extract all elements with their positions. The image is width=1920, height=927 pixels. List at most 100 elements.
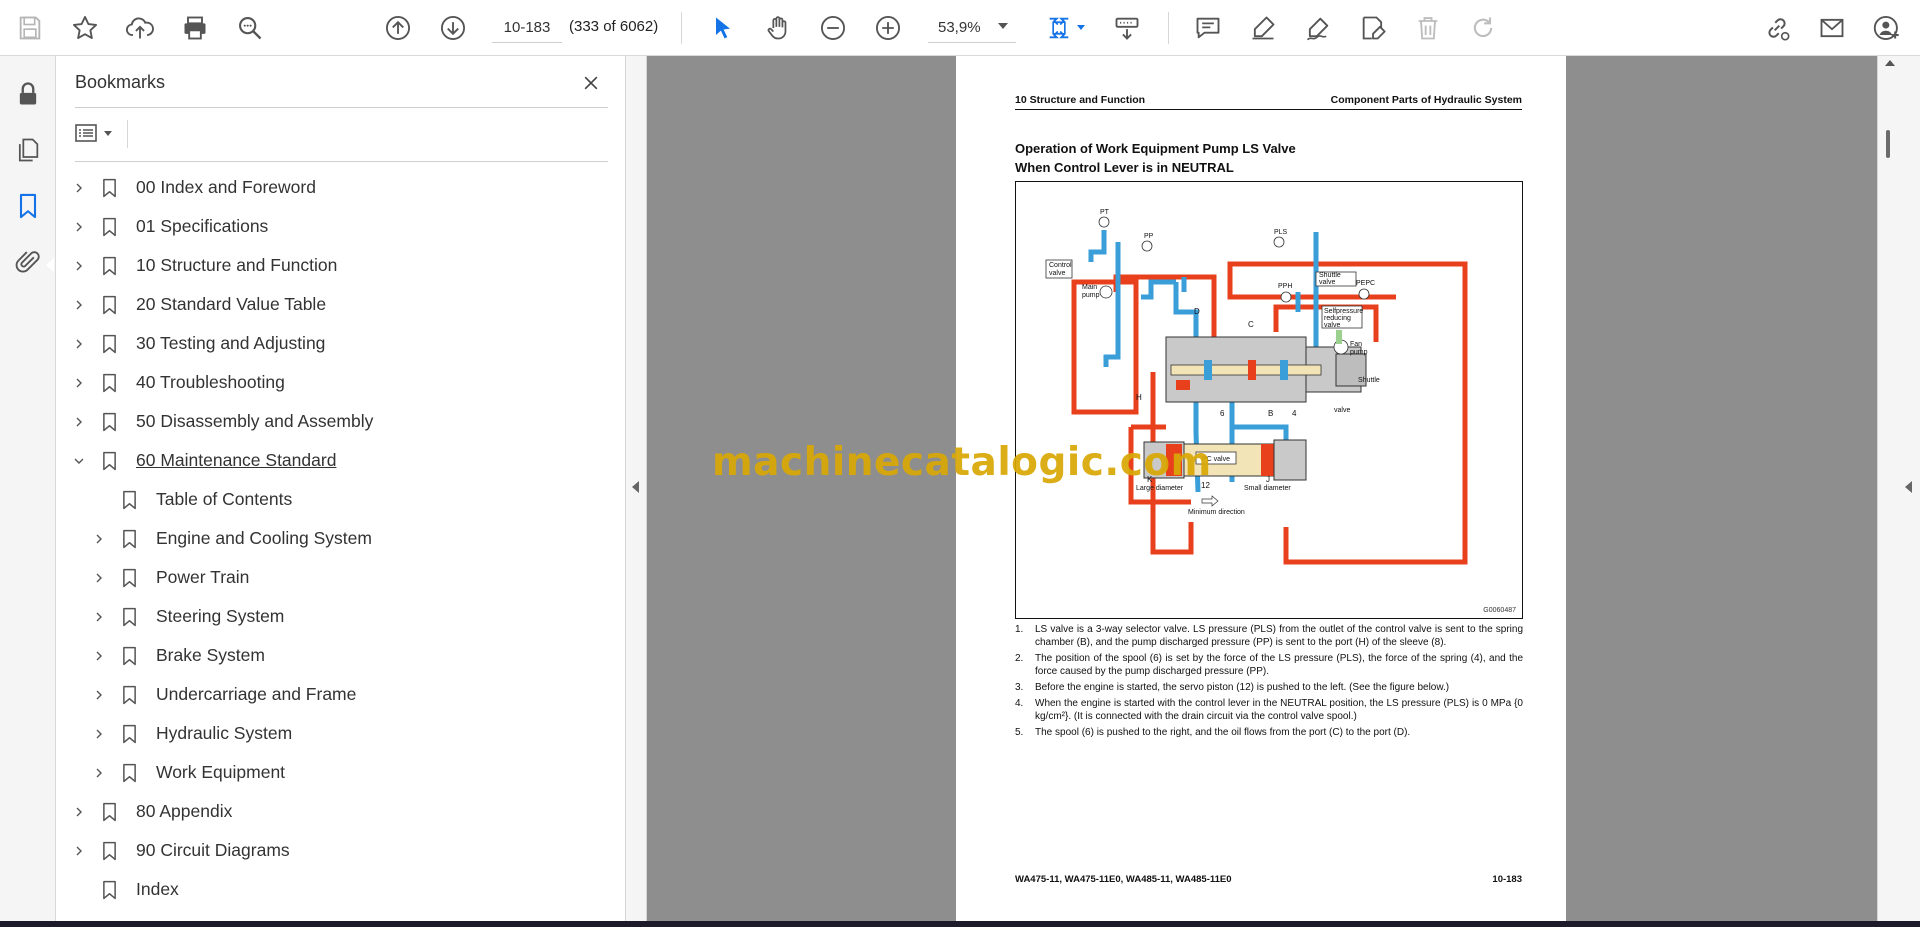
label-6: 6 [1220, 409, 1225, 418]
bookmark-label: Engine and Cooling System [156, 528, 372, 548]
scroll-up-icon[interactable] [1885, 60, 1895, 66]
chevron-right-icon[interactable] [92, 766, 106, 780]
chevron-right-icon[interactable] [72, 181, 86, 195]
bookmark-item[interactable]: Table of Contents [120, 480, 292, 519]
bookmark-icon [100, 294, 118, 316]
delete-icon[interactable] [1409, 9, 1447, 47]
bookmark-item[interactable]: 80 Appendix [72, 792, 232, 831]
bookmark-item[interactable]: 50 Disassembly and Assembly [72, 402, 373, 441]
bookmark-item[interactable]: Index [100, 870, 179, 909]
bookmark-label: 01 Specifications [136, 216, 269, 236]
share-link-icon[interactable] [1758, 9, 1796, 47]
label-selfpressure-line2: reducing [1324, 315, 1351, 322]
find-text-icon[interactable] [231, 9, 269, 47]
chevron-right-icon[interactable] [72, 415, 86, 429]
bookmark-label: 10 Structure and Function [136, 255, 338, 275]
attachments-icon[interactable] [10, 244, 46, 280]
vertical-scrollbar[interactable] [1877, 56, 1900, 922]
chevron-right-icon[interactable] [72, 298, 86, 312]
bookmark-item[interactable]: Steering System [92, 597, 284, 636]
page-number-input[interactable] [492, 13, 562, 43]
bookmark-item[interactable]: 00 Index and Foreword [72, 168, 316, 207]
chevron-right-icon[interactable] [72, 337, 86, 351]
bookmark-icon [120, 489, 138, 511]
label-c: C [1248, 320, 1254, 329]
label-large-diameter: Large diameter [1136, 485, 1184, 492]
bookmark-item[interactable]: Undercarriage and Frame [92, 675, 356, 714]
zoom-out-icon[interactable] [814, 9, 852, 47]
select-cursor-icon[interactable] [704, 9, 742, 47]
bookmark-item[interactable]: 01 Specifications [72, 207, 268, 246]
note-text: The position of the spool (6) is set by … [1035, 653, 1523, 677]
lock-icon[interactable] [10, 76, 46, 112]
chevron-right-icon[interactable] [72, 844, 86, 858]
expand-right-pane-icon[interactable] [1905, 481, 1912, 493]
fit-page-icon[interactable] [1040, 9, 1078, 47]
bookmark-item[interactable]: 40 Troubleshooting [72, 363, 285, 402]
redo-icon[interactable] [1464, 9, 1502, 47]
bookmark-icon [100, 879, 118, 901]
note-number: 5. [1015, 727, 1024, 738]
note-text: The spool (6) is pushed to the right, an… [1035, 727, 1411, 738]
bookmarks-panel-icon[interactable] [10, 188, 46, 224]
bookmark-item[interactable]: Hydraulic System [92, 714, 292, 753]
bookmark-label: 20 Standard Value Table [136, 294, 327, 314]
chevron-right-icon[interactable] [92, 610, 106, 624]
chevron-down-icon[interactable] [72, 454, 86, 468]
panel-splitter[interactable] [626, 56, 647, 922]
header-rule [1015, 109, 1522, 110]
bookmark-label: Index [136, 879, 179, 899]
bookmark-item[interactable]: 90 Circuit Diagrams [72, 831, 290, 870]
collapse-panel-icon[interactable] [632, 481, 639, 493]
bookmark-item[interactable]: 30 Testing and Adjusting [72, 324, 325, 363]
bookmark-item[interactable]: Engine and Cooling System [92, 519, 372, 558]
zoom-dropdown-chevron-icon[interactable] [998, 23, 1008, 29]
chevron-right-icon[interactable] [92, 649, 106, 663]
comment-icon[interactable] [1189, 9, 1227, 47]
previous-page-icon[interactable] [379, 9, 417, 47]
panel-divider [75, 107, 608, 108]
save-icon[interactable] [11, 9, 49, 47]
add-user-icon[interactable] [1868, 9, 1906, 47]
chevron-right-icon[interactable] [92, 532, 106, 546]
right-pane-toggle[interactable] [1900, 56, 1920, 922]
zoom-in-icon[interactable] [869, 9, 907, 47]
upload-cloud-icon[interactable] [121, 9, 159, 47]
print-icon[interactable] [176, 9, 214, 47]
bookmark-item[interactable]: Work Equipment [92, 753, 285, 792]
page-thumbnails-icon[interactable] [10, 132, 46, 168]
chevron-right-icon[interactable] [92, 727, 106, 741]
bookmark-item-expanded[interactable]: 60 Maintenance Standard [72, 441, 336, 480]
fit-dropdown-chevron-icon[interactable] [1077, 25, 1085, 30]
chevron-right-icon[interactable] [92, 688, 106, 702]
chevron-right-icon[interactable] [72, 376, 86, 390]
highlight-pen-icon[interactable] [1244, 9, 1282, 47]
chevron-right-icon[interactable] [92, 571, 106, 585]
bookmark-star-icon[interactable] [66, 9, 104, 47]
next-page-icon[interactable] [434, 9, 472, 47]
edit-text-icon[interactable] [1354, 9, 1392, 47]
chevron-right-icon[interactable] [72, 805, 86, 819]
note-number: 2. [1015, 653, 1024, 664]
bookmark-item[interactable]: 10 Structure and Function [72, 246, 337, 285]
bookmark-options-button[interactable] [74, 118, 122, 148]
draw-freehand-icon[interactable] [1299, 9, 1337, 47]
diagram-code: G0060487 [1483, 607, 1516, 614]
email-icon[interactable] [1813, 9, 1851, 47]
chevron-right-icon[interactable] [72, 220, 86, 234]
bookmark-item[interactable]: Power Train [92, 558, 249, 597]
label-j: J [1266, 475, 1270, 484]
bookmark-label: Table of Contents [156, 489, 293, 509]
bookmark-item[interactable]: Brake System [92, 636, 265, 675]
label-pepc: PEPC [1356, 280, 1375, 287]
document-canvas[interactable]: 10 Structure and Function Component Part… [647, 56, 1877, 922]
bookmark-label: Steering System [156, 606, 285, 626]
bookmark-label: 80 Appendix [136, 801, 233, 821]
close-panel-button[interactable] [576, 68, 606, 98]
scrollbar-thumb[interactable] [1886, 130, 1890, 158]
hand-tool-icon[interactable] [759, 9, 797, 47]
bookmark-item[interactable]: 20 Standard Value Table [72, 285, 326, 324]
chevron-right-icon[interactable] [72, 259, 86, 273]
scroll-mode-icon[interactable] [1108, 9, 1146, 47]
label-main-pump-line1: Main [1082, 284, 1097, 291]
